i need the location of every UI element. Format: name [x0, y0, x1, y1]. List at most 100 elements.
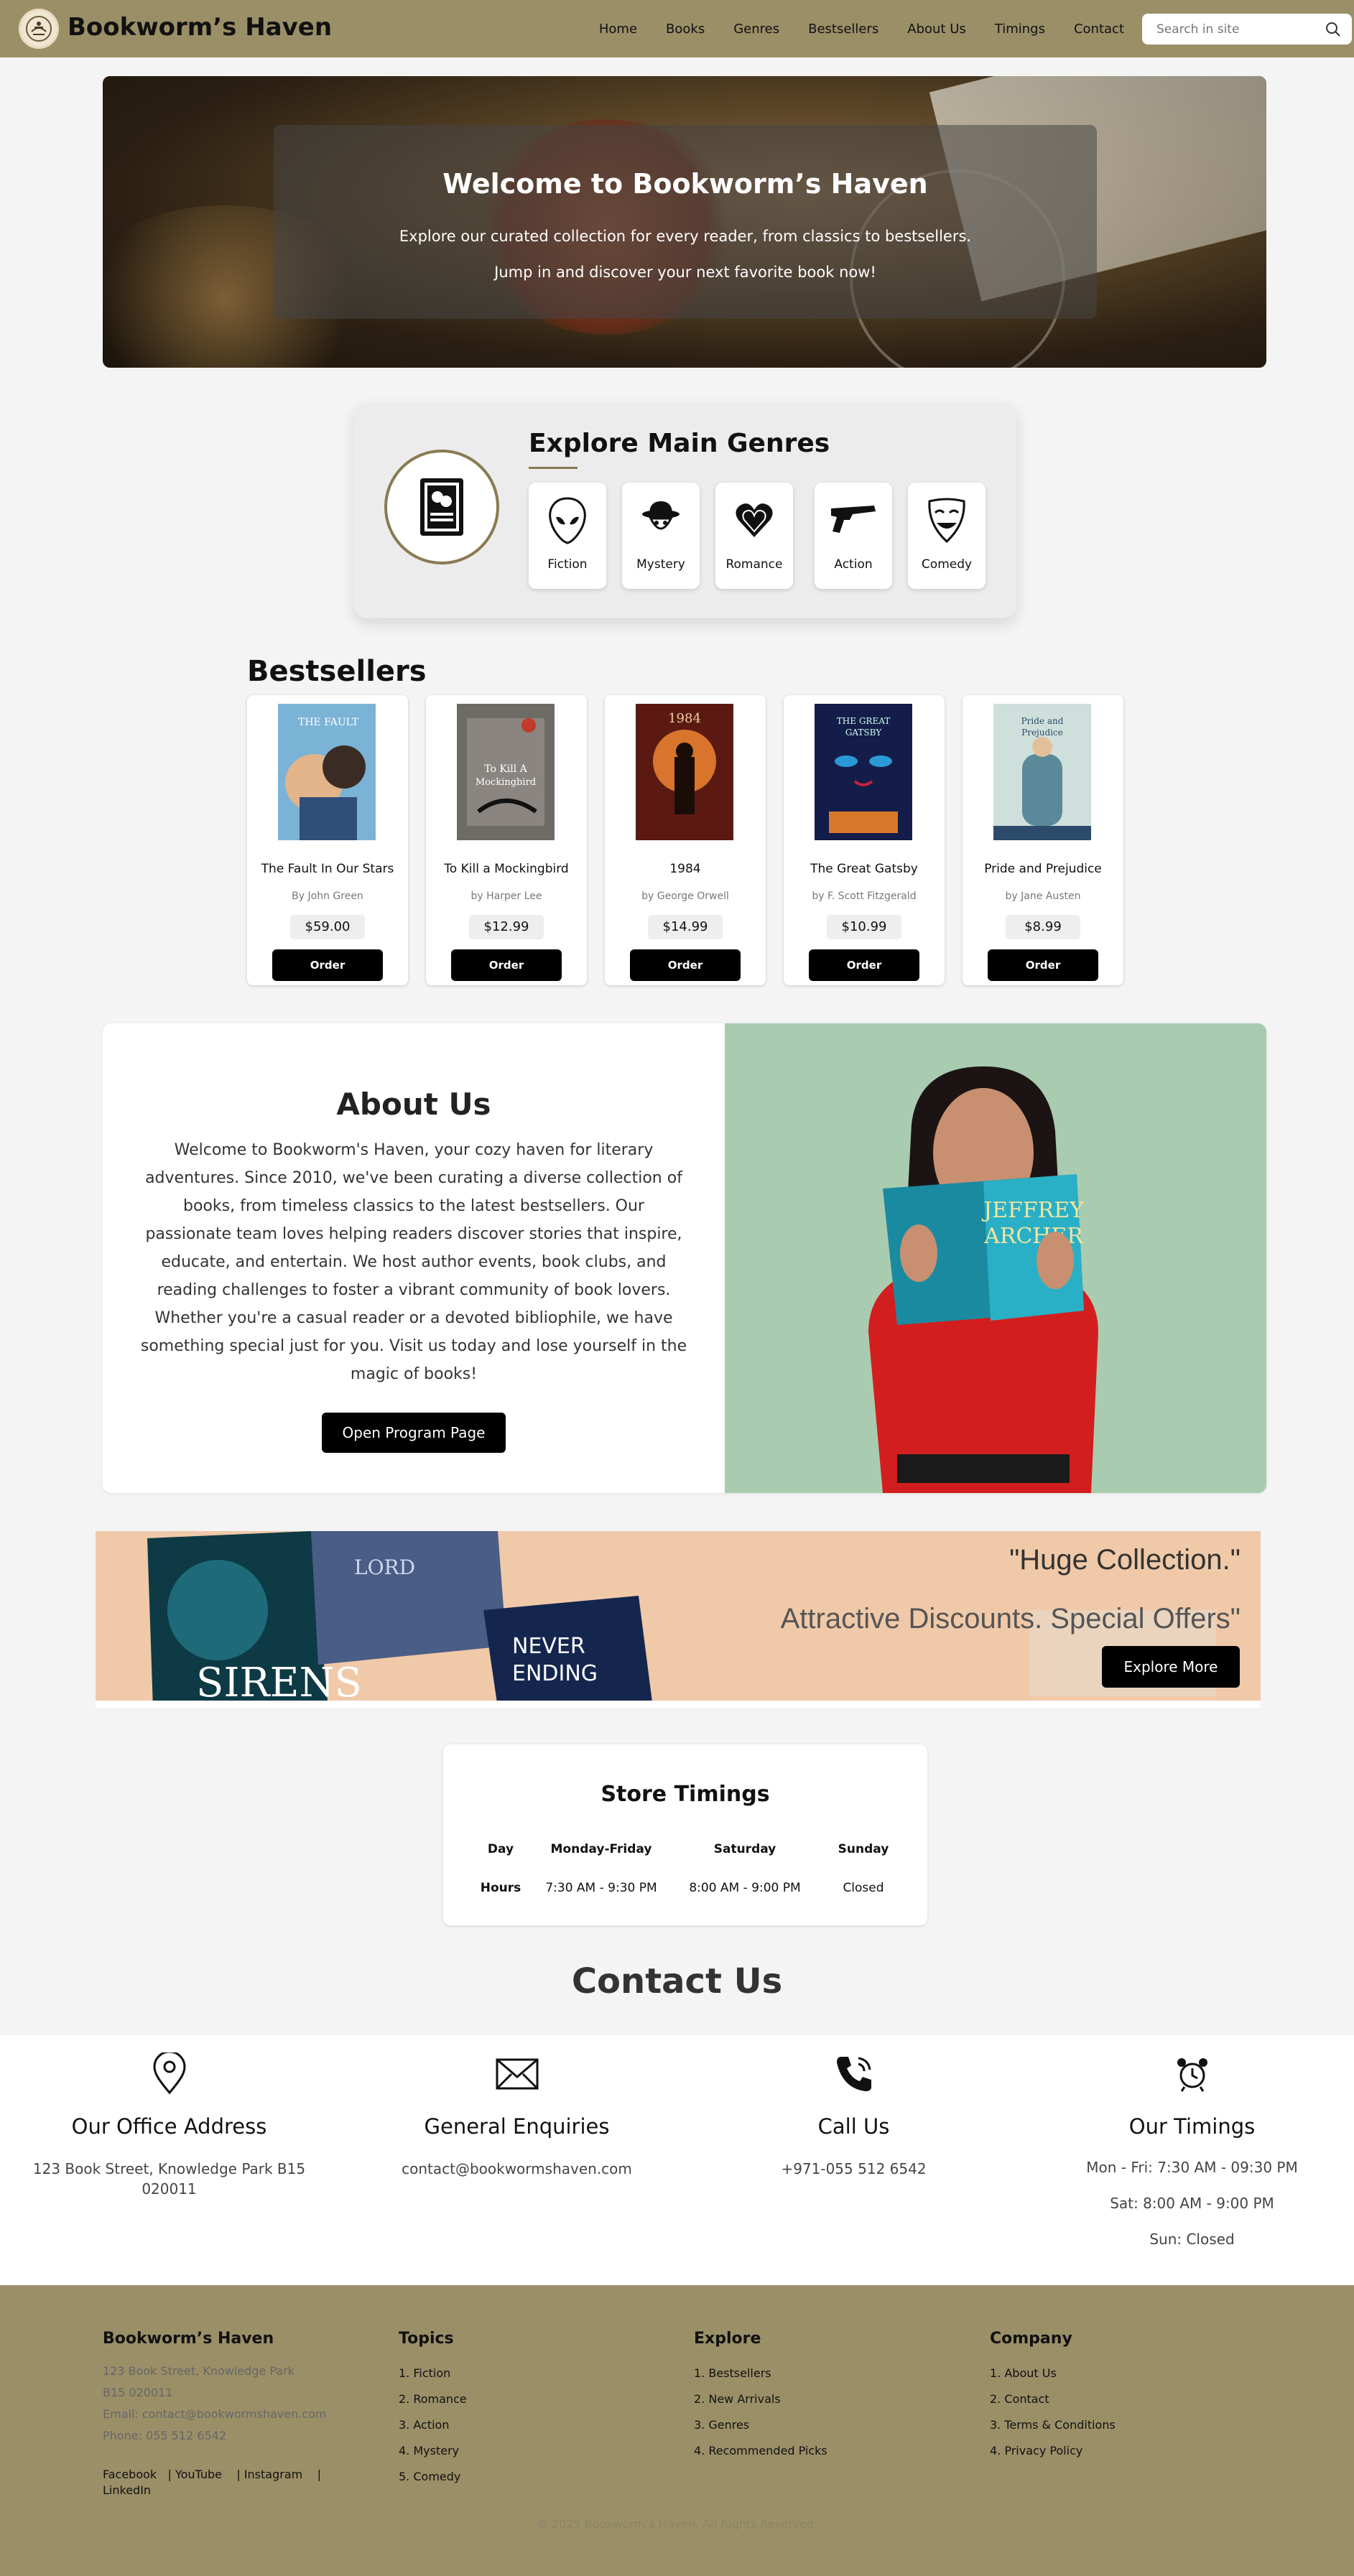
- genre-label: Mystery: [636, 557, 685, 572]
- book-price: $14.99: [648, 915, 723, 939]
- book-cover[interactable]: To Kill A Mockingbird: [457, 704, 555, 840]
- enquiries-email[interactable]: contact@bookwormshaven.com: [376, 2159, 657, 2179]
- svg-text:JEFFREY: JEFFREY: [981, 1198, 1085, 1223]
- footer-brand: Bookworm’s Haven: [103, 2330, 274, 2348]
- book-price: $59.00: [290, 915, 365, 939]
- timings-value-sunday: Closed: [843, 1881, 884, 1895]
- footer-link[interactable]: 2. New Arrivals: [694, 2386, 827, 2412]
- svg-text:THE GREAT: THE GREAT: [837, 716, 890, 726]
- timings-header-saturday: Saturday: [713, 1842, 776, 1856]
- book-title: To Kill a Mockingbird: [444, 862, 569, 876]
- phone-icon: [685, 2052, 1023, 2096]
- nav-genres[interactable]: Genres: [733, 22, 779, 37]
- footer-social-links: Facebook | YouTube | Instagram | LinkedIn: [103, 2468, 321, 2497]
- hero-overlay: Welcome to Bookworm’s Haven Explore our …: [274, 125, 1097, 319]
- footer-link[interactable]: 3. Terms & Conditions: [990, 2412, 1116, 2438]
- genre-label: Fiction: [547, 557, 588, 572]
- book-title: The Fault In Our Stars: [261, 862, 394, 876]
- nav-home[interactable]: Home: [599, 22, 637, 37]
- book-title: Pride and Prejudice: [984, 862, 1102, 876]
- about-title: About Us: [336, 1087, 491, 1122]
- genre-card-comedy[interactable]: Comedy: [908, 483, 986, 589]
- svg-text:NEVER: NEVER: [512, 1634, 585, 1659]
- svg-text:LORD: LORD: [354, 1556, 415, 1579]
- timings-header-weekdays: Monday-Friday: [550, 1842, 652, 1856]
- order-button[interactable]: Order: [630, 949, 741, 981]
- woman-reading-photo: JEFFREY ARCHER: [725, 1023, 1266, 1493]
- copyright: © 2025 Bookworm’s Haven. All Rights Rese…: [536, 2517, 818, 2531]
- hours-weekdays: Mon - Fri: 7:30 AM - 09:30 PM: [1086, 2159, 1298, 2176]
- youtube-link[interactable]: YouTube: [175, 2468, 222, 2481]
- detective-icon: [622, 496, 700, 546]
- footer-phone: Phone: 055 512 6542: [103, 2429, 227, 2442]
- open-program-button[interactable]: Open Program Page: [322, 1413, 506, 1453]
- svg-text:GATSBY: GATSBY: [845, 727, 882, 738]
- timings-header-sunday: Sunday: [838, 1842, 889, 1856]
- contact-call: Call Us +971-055 512 6542: [685, 2035, 1023, 2285]
- nav-about-us[interactable]: About Us: [907, 22, 966, 37]
- order-button[interactable]: Order: [809, 949, 919, 981]
- genre-card-romance[interactable]: Romance: [715, 483, 793, 589]
- title-underline: [529, 467, 578, 469]
- book-cover[interactable]: THE GREATGATSBY: [815, 704, 912, 840]
- book-author: By John Green: [292, 891, 363, 902]
- genre-card-fiction[interactable]: Fiction: [529, 483, 606, 589]
- book-card: Pride and Prejudice Pride and Prejudice b…: [963, 695, 1123, 985]
- genres-section: Explore Main Genres Fiction Mystery Roma…: [354, 403, 1016, 618]
- footer-link[interactable]: 1. Bestsellers: [694, 2361, 827, 2386]
- nav-books[interactable]: Books: [666, 22, 705, 37]
- instagram-link[interactable]: Instagram: [244, 2468, 302, 2481]
- svg-text:Mockingbird: Mockingbird: [476, 777, 536, 788]
- footer-explore: Explore 1. Bestsellers 2. New Arrivals 3…: [694, 2330, 827, 2464]
- logo-icon[interactable]: [19, 9, 59, 49]
- book-cover[interactable]: Pride andPrejudice: [993, 704, 1091, 840]
- genre-label: Action: [834, 557, 873, 572]
- order-button[interactable]: Order: [988, 949, 1098, 981]
- footer-link[interactable]: 4. Mystery: [399, 2438, 467, 2464]
- search-icon[interactable]: [1325, 21, 1342, 41]
- footer-link[interactable]: 2. Romance: [399, 2386, 467, 2412]
- genre-card-mystery[interactable]: Mystery: [622, 483, 700, 589]
- contact-hours: Our Timings Mon - Fri: 7:30 AM - 09:30 P…: [1023, 2035, 1354, 2285]
- nav-timings[interactable]: Timings: [995, 22, 1045, 37]
- book-price: $8.99: [1006, 915, 1080, 939]
- brand-name[interactable]: Bookworm’s Haven: [68, 13, 332, 42]
- order-button[interactable]: Order: [272, 949, 383, 981]
- book-author: by Jane Austen: [1005, 891, 1081, 902]
- facebook-link[interactable]: Facebook: [103, 2468, 157, 2481]
- footer-link[interactable]: 3. Genres: [694, 2412, 827, 2438]
- promo-subtitle: Attractive Discounts. Special Offers": [780, 1603, 1241, 1635]
- svg-text:ENDING: ENDING: [512, 1661, 598, 1686]
- svg-text:Prejudice: Prejudice: [1021, 727, 1063, 738]
- genre-card-action[interactable]: Action: [815, 483, 892, 589]
- footer-link[interactable]: 3. Action: [399, 2412, 467, 2438]
- explore-heading: Explore: [694, 2330, 761, 2348]
- call-number[interactable]: +971-055 512 6542: [713, 2159, 994, 2179]
- hours-sunday: Sun: Closed: [1149, 2231, 1235, 2248]
- nav-bestsellers[interactable]: Bestsellers: [808, 22, 878, 37]
- hero-banner: Welcome to Bookworm’s Haven Explore our …: [103, 76, 1266, 368]
- book-cover[interactable]: 1984: [636, 704, 733, 840]
- explore-more-button[interactable]: Explore More: [1102, 1646, 1240, 1688]
- footer-link[interactable]: 5. Comedy: [399, 2464, 467, 2490]
- book-cover[interactable]: THE FAULT: [278, 704, 376, 840]
- timings-value-weekdays: 7:30 AM - 9:30 PM: [545, 1881, 657, 1895]
- contact-enquiries: General Enquiries contact@bookwormshaven…: [348, 2035, 686, 2285]
- hero-tagline: Jump in and discover your next favorite …: [494, 264, 876, 281]
- book-card: 1984 1984 by George Orwell $14.99 Order: [605, 695, 766, 985]
- footer-link[interactable]: 2. Contact: [990, 2386, 1116, 2412]
- bestsellers-title: Bestsellers: [247, 655, 427, 688]
- nav-contact[interactable]: Contact: [1074, 22, 1124, 37]
- footer-link[interactable]: 4. Privacy Policy: [990, 2438, 1116, 2464]
- book-card: To Kill A Mockingbird To Kill a Mockingbi…: [426, 695, 587, 985]
- svg-text:Pride and: Pride and: [1021, 716, 1064, 726]
- linkedin-link[interactable]: LinkedIn: [103, 2483, 151, 2497]
- footer-link[interactable]: 1. Fiction: [399, 2361, 467, 2386]
- book-title: The Great Gatsby: [810, 862, 918, 876]
- footer-link[interactable]: 1. About Us: [990, 2361, 1116, 2386]
- timings-value-saturday: 8:00 AM - 9:00 PM: [689, 1881, 801, 1895]
- book-author: by Harper Lee: [470, 891, 542, 902]
- footer-link[interactable]: 4. Recommended Picks: [694, 2438, 827, 2464]
- search-input[interactable]: [1142, 14, 1352, 45]
- order-button[interactable]: Order: [451, 949, 562, 981]
